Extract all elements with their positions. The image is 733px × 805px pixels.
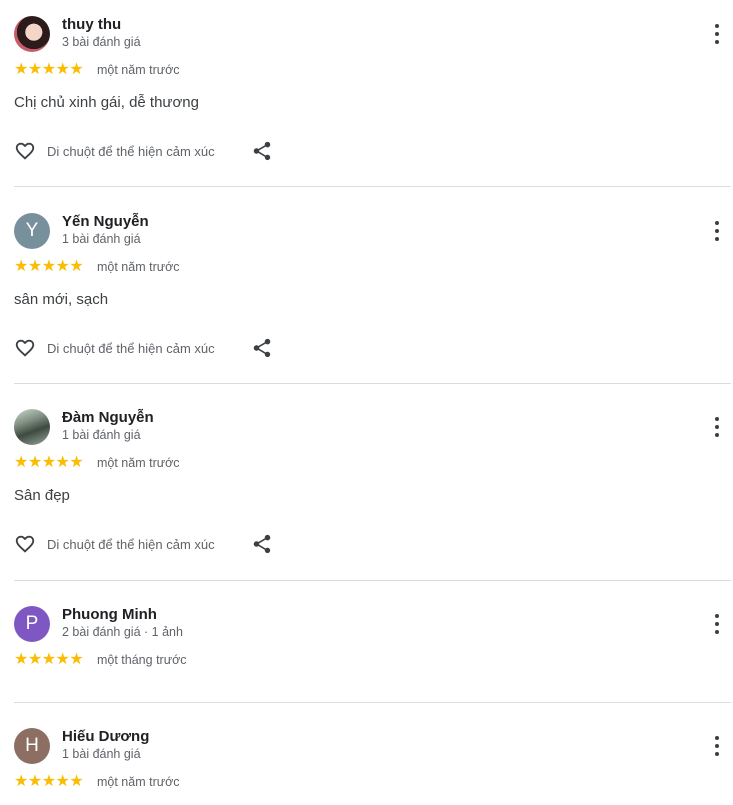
star-icon: ★ [27,61,42,78]
reaction-hint: Di chuột để thể hiện cảm xúc [47,537,215,552]
heart-outline-icon[interactable] [14,533,36,555]
star-icon: ★ [14,258,28,275]
reviewer-meta[interactable]: 3 bài đánh giá [62,35,141,50]
review-time: một năm trước [97,775,180,789]
rating-stars: ★ ★ ★ ★ ★ [14,651,84,668]
reviewer-name[interactable]: Hiếu Dương [62,728,149,746]
reviewer-meta[interactable]: 1 bài đánh giá [62,428,141,443]
divider [14,186,731,187]
review-text: Sân đẹp [14,487,70,504]
more-options-icon[interactable] [707,734,727,758]
avatar[interactable] [14,16,50,52]
divider [14,580,731,581]
star-icon: ★ [69,61,83,78]
star-icon: ★ [41,773,56,790]
star-icon: ★ [27,258,42,275]
star-icon: ★ [55,61,70,78]
review-time: một năm trước [97,456,180,470]
review-time: một tháng trước [97,653,187,667]
review-time: một năm trước [97,63,180,77]
reviewer-meta[interactable]: 2 bài đánh giá · 1 ảnh [62,625,183,640]
share-icon[interactable] [251,337,273,359]
avatar[interactable] [14,409,50,445]
star-icon: ★ [41,258,56,275]
reviewer-name[interactable]: thuy thu [62,16,121,34]
reviewer-name[interactable]: Yến Nguyễn [62,213,149,231]
star-icon: ★ [27,454,42,471]
star-icon: ★ [41,61,56,78]
star-icon: ★ [69,651,83,668]
star-icon: ★ [14,61,28,78]
review-text: Chị chủ xinh gái, dễ thương [14,94,199,111]
rating-stars: ★ ★ ★ ★ ★ [14,258,84,275]
avatar[interactable]: P [14,606,50,642]
avatar[interactable]: H [14,728,50,764]
star-icon: ★ [41,651,56,668]
divider [14,383,731,384]
rating-stars: ★ ★ ★ ★ ★ [14,773,84,790]
star-icon: ★ [41,454,56,471]
star-icon: ★ [69,258,83,275]
share-icon[interactable] [251,140,273,162]
divider [14,702,731,703]
star-icon: ★ [55,773,70,790]
heart-outline-icon[interactable] [14,140,36,162]
review-text: sân mới, sạch [14,291,109,308]
more-options-icon[interactable] [707,415,727,439]
reviewer-name[interactable]: Đàm Nguyễn [62,409,154,427]
star-icon: ★ [69,773,83,790]
review-actions: Di chuột để thể hiện cảm xúc [14,140,314,164]
review-actions: Di chuột để thể hiện cảm xúc [14,533,314,557]
rating-stars: ★ ★ ★ ★ ★ [14,454,84,471]
reviewer-meta[interactable]: 1 bài đánh giá [62,232,141,247]
more-options-icon[interactable] [707,22,727,46]
star-icon: ★ [27,773,42,790]
more-options-icon[interactable] [707,612,727,636]
avatar[interactable]: Y [14,213,50,249]
share-icon[interactable] [251,533,273,555]
heart-outline-icon[interactable] [14,337,36,359]
reviewer-meta[interactable]: 1 bài đánh giá [62,747,141,762]
review-actions: Di chuột để thể hiện cảm xúc [14,337,314,361]
rating-stars: ★ ★ ★ ★ ★ [14,61,84,78]
star-icon: ★ [55,258,70,275]
star-icon: ★ [55,651,70,668]
review-time: một năm trước [97,260,180,274]
reaction-hint: Di chuột để thể hiện cảm xúc [47,144,215,159]
star-icon: ★ [69,454,83,471]
star-icon: ★ [27,651,42,668]
star-icon: ★ [14,651,28,668]
star-icon: ★ [14,773,28,790]
more-options-icon[interactable] [707,219,727,243]
star-icon: ★ [14,454,28,471]
reviewer-name[interactable]: Phuong Minh [62,606,157,624]
reaction-hint: Di chuột để thể hiện cảm xúc [47,341,215,356]
star-icon: ★ [55,454,70,471]
